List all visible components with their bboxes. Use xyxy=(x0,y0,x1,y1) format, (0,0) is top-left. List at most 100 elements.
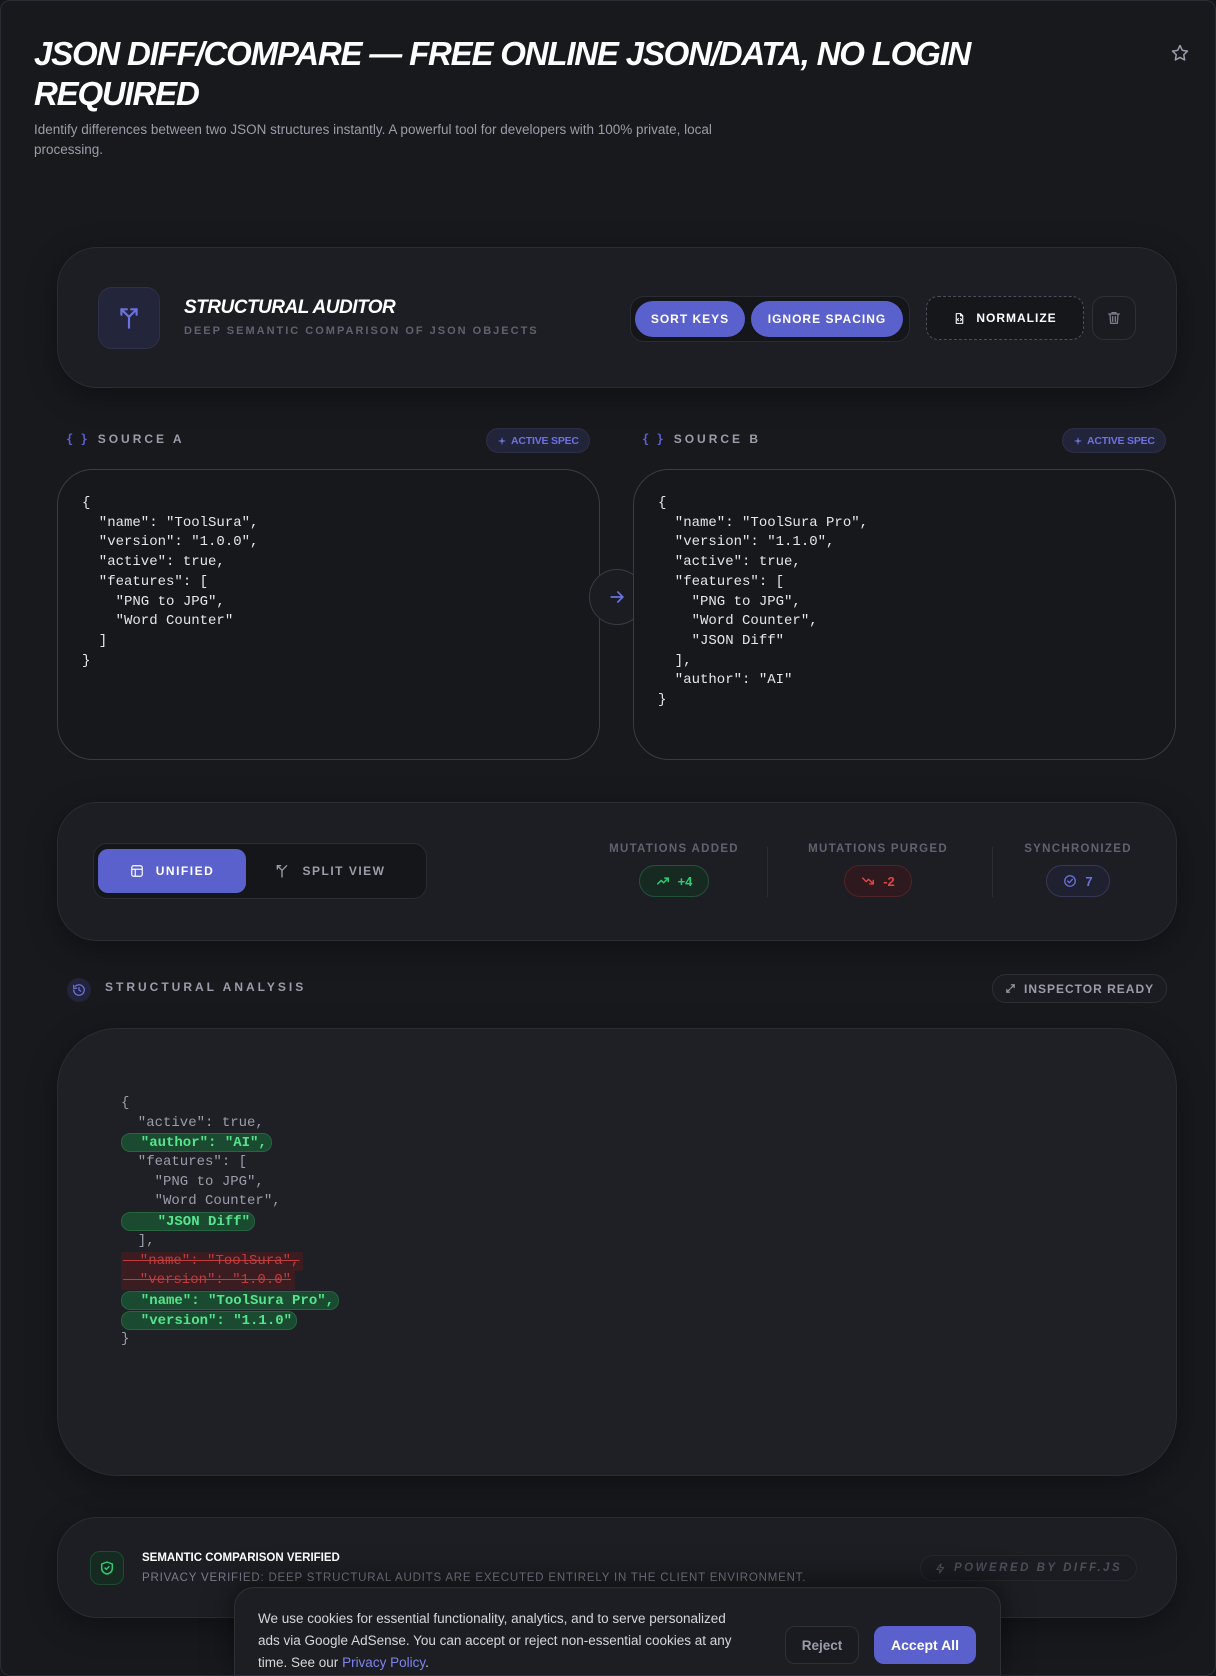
source-b-spec-badge: ACTIVE SPEC xyxy=(1062,428,1166,453)
analysis-badge xyxy=(67,978,91,1002)
diff-line-add: "author": "AI", xyxy=(121,1133,339,1153)
trending-down-icon xyxy=(862,877,875,885)
normalize-button[interactable]: NORMALIZE xyxy=(926,296,1084,340)
split-icon xyxy=(277,865,288,878)
trash-icon xyxy=(1108,312,1120,324)
synchronized-stat: SYNCHRONIZED 7 xyxy=(1018,843,1138,897)
stat-divider xyxy=(992,847,993,897)
added-chip: +4 xyxy=(638,865,710,897)
shield-check-icon xyxy=(100,1561,114,1575)
braces-icon: { } xyxy=(66,432,88,446)
diff-line-same: "active": true, xyxy=(121,1114,264,1131)
diff-line-add: "name": "ToolSura Pro", xyxy=(121,1290,340,1311)
resize-handle[interactable] xyxy=(1161,745,1171,755)
diff-line-same: "Word Counter", xyxy=(121,1193,281,1210)
shield-badge xyxy=(90,1551,124,1585)
bolt-icon xyxy=(936,1562,945,1574)
verify-subtitle: PRIVACY VERIFIED: DEEP STRUCTURAL AUDITS… xyxy=(142,1572,807,1584)
diff-line-del: "version": "1.0.0" xyxy=(121,1271,339,1291)
split-label: SPLIT VIEW xyxy=(302,864,386,878)
diff-line-same: "features": [ xyxy=(121,1154,248,1171)
normalize-label: NORMALIZE xyxy=(976,311,1057,325)
git-branch-icon xyxy=(120,308,138,329)
source-b-title: SOURCE B xyxy=(673,432,762,446)
cookie-end: . xyxy=(425,1655,429,1670)
sparkle-icon xyxy=(497,436,507,445)
diff-line-add: "JSON Diff" xyxy=(121,1212,339,1232)
powered-by-badge: POWERED BY DIFF.JS xyxy=(920,1555,1138,1581)
cookie-text: We use cookies for essential functionali… xyxy=(258,1608,748,1674)
file-code-icon xyxy=(956,312,964,324)
inspector-label: INSPECTOR READY xyxy=(1024,981,1155,996)
diff-line-same: { xyxy=(121,1095,130,1111)
cookie-banner: We use cookies for essential functionali… xyxy=(234,1587,1001,1676)
auditor-badge xyxy=(98,287,160,349)
added-text: "name": "ToolSura Pro", xyxy=(121,1290,340,1310)
diff-line-add: "version": "1.1.0" xyxy=(121,1310,339,1331)
stat-divider xyxy=(767,847,768,897)
page-title: JSON DIFF/COMPARE — FREE ONLINE JSON/DAT… xyxy=(34,35,971,112)
powered-label: POWERED BY DIFF.JS xyxy=(954,1562,1123,1574)
source-b-editor[interactable]: { "name": "ToolSura Pro", "version": "1.… xyxy=(633,469,1176,760)
arrow-right-icon xyxy=(610,591,624,603)
layout-icon xyxy=(130,865,143,877)
diff-output-panel: { "active": true, "author": "AI", "featu… xyxy=(57,1028,1177,1476)
source-a-editor[interactable]: { "name": "ToolSura", "version": "1.0.0"… xyxy=(57,469,600,760)
diff-stats-bar: UNIFIED SPLIT VIEW MUTATIONS ADDED +4 MU… xyxy=(57,802,1177,941)
page-subtitle: Identify differences between two JSON st… xyxy=(34,122,712,157)
diff-output: { "active": true, "author": "AI", "featu… xyxy=(121,1094,340,1350)
source-a-label: { } SOURCE A xyxy=(66,432,185,446)
auditor-subtitle: DEEP SEMANTIC COMPARISON OF JSON OBJECTS xyxy=(184,325,539,337)
added-label: MUTATIONS ADDED xyxy=(609,843,739,855)
sort-keys-toggle[interactable]: SORT KEYS xyxy=(635,301,745,337)
auditor-toolbar: STRUCTURAL AUDITOR DEEP SEMANTIC COMPARI… xyxy=(57,247,1177,388)
mutations-added-stat: MUTATIONS ADDED +4 xyxy=(592,843,756,897)
diff-line-same: } xyxy=(121,1331,130,1348)
added-text: "version": "1.1.0" xyxy=(121,1310,298,1330)
source-b-label: { } SOURCE B xyxy=(642,432,761,446)
sync-chip: 7 xyxy=(1046,865,1110,897)
reject-cookies-button[interactable]: Reject xyxy=(785,1626,859,1664)
added-text: "JSON Diff" xyxy=(121,1212,256,1232)
source-b-content[interactable]: { "name": "ToolSura Pro", "version": "1.… xyxy=(658,494,1151,711)
history-icon xyxy=(73,984,85,996)
spec-badge-label: ACTIVE SPEC xyxy=(511,434,579,447)
unified-view-button[interactable]: UNIFIED xyxy=(98,849,246,893)
inspector-status: INSPECTOR READY xyxy=(992,974,1168,1003)
diff-line-same: "PNG to JPG", xyxy=(121,1173,264,1190)
source-a-spec-badge: ACTIVE SPEC xyxy=(486,428,590,453)
sync-label: SYNCHRONIZED xyxy=(1024,843,1132,855)
purged-value: -2 xyxy=(883,873,895,889)
removed-text: "name": "ToolSura", xyxy=(121,1251,304,1271)
cookie-message: We use cookies for essential functionali… xyxy=(258,1611,732,1670)
diff-line-del: "name": "ToolSura", xyxy=(121,1251,339,1272)
removed-text: "version": "1.0.0" xyxy=(121,1271,296,1291)
ignore-spacing-toggle[interactable]: IGNORE SPACING xyxy=(751,301,903,337)
trending-up-icon xyxy=(656,877,669,885)
accept-cookies-button[interactable]: Accept All xyxy=(874,1626,976,1664)
favorite-button[interactable] xyxy=(1168,41,1192,65)
check-circle-icon xyxy=(1064,875,1077,887)
source-a-content[interactable]: { "name": "ToolSura", "version": "1.0.0"… xyxy=(82,494,575,671)
added-text: "author": "AI", xyxy=(121,1133,272,1153)
privacy-policy-link[interactable]: Privacy Policy xyxy=(342,1655,425,1670)
diff-line-same: ], xyxy=(121,1232,155,1249)
star-icon xyxy=(1171,44,1189,61)
added-value: +4 xyxy=(677,873,693,889)
mutations-purged-stat: MUTATIONS PURGED -2 xyxy=(796,843,960,897)
option-toggles: SORT KEYS IGNORE SPACING xyxy=(630,296,910,342)
braces-icon: { } xyxy=(642,432,664,446)
sync-value: 7 xyxy=(1085,873,1093,889)
sparkle-icon xyxy=(1073,436,1083,445)
purged-chip: -2 xyxy=(844,865,912,897)
spec-badge-label: ACTIVE SPEC xyxy=(1087,434,1155,447)
purged-label: MUTATIONS PURGED xyxy=(808,843,948,855)
expand-icon xyxy=(1006,984,1015,993)
split-view-button[interactable]: SPLIT VIEW xyxy=(246,849,414,893)
resize-handle[interactable] xyxy=(585,745,595,755)
clear-button[interactable] xyxy=(1092,296,1136,340)
source-a-title: SOURCE A xyxy=(97,432,185,446)
auditor-title: STRUCTURAL AUDITOR xyxy=(184,297,396,318)
view-mode-toggle: UNIFIED SPLIT VIEW xyxy=(93,843,427,899)
unified-label: UNIFIED xyxy=(155,864,215,878)
